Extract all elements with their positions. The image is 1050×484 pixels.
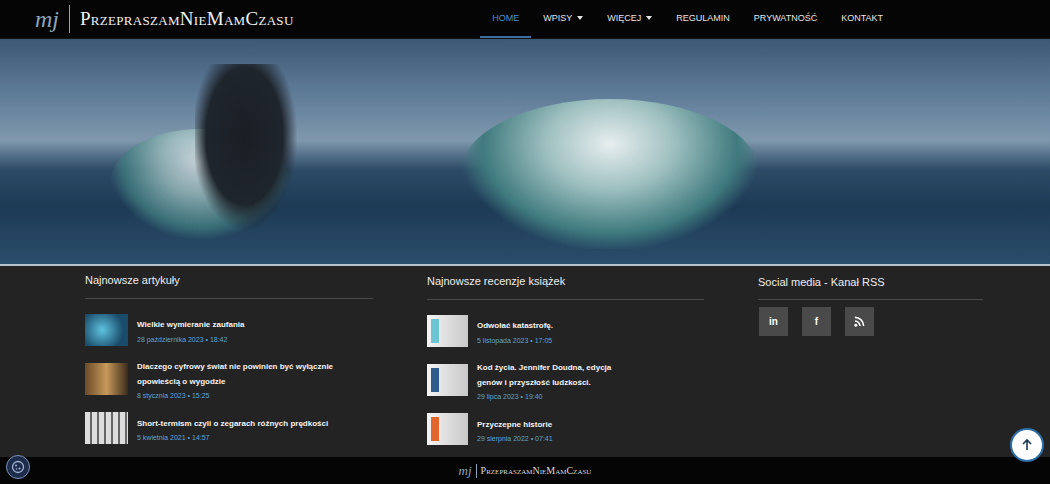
main-nav: HOME WPISY WIĘCEJ REGULAMIN PRYWATNOŚĆ K… xyxy=(480,0,895,38)
site-title: PrzepraszamNieMamCzasu xyxy=(80,8,294,30)
wave-shape xyxy=(460,99,760,249)
nav-item[interactable]: WPISY xyxy=(531,0,595,38)
top-navbar: mj PrzepraszamNieMamCzasu HOME WPISY WIĘ… xyxy=(0,0,1050,39)
scroll-top-button[interactable] xyxy=(1010,428,1044,462)
footer-logo-divider xyxy=(476,464,477,478)
social-glyph-icon: in xyxy=(769,316,778,327)
article-thumbnail xyxy=(85,363,128,395)
nav-item[interactable]: PRYWATNOŚĆ xyxy=(742,0,829,38)
book-row[interactable]: Przyczepne historie 29 sierpnia 2022 • 0… xyxy=(427,412,704,446)
arrow-up-icon xyxy=(1020,438,1034,452)
social-glyph-icon: f xyxy=(815,316,818,327)
articles-column: Najnowsze artykuły Wielkie wymieranie za… xyxy=(85,266,373,457)
page: mj PrzepraszamNieMamCzasu HOME WPISY WIĘ… xyxy=(0,0,1050,484)
footer-logo-mark: mj xyxy=(459,463,472,479)
books-column: Najnowsze recenzje książek Odwołać katas… xyxy=(427,266,704,457)
footer-logo[interactable]: mj PrzepraszamNieMamCzasu xyxy=(459,463,592,479)
caret-icon xyxy=(577,16,583,20)
rss-icon xyxy=(854,316,865,327)
footer-title: PrzepraszamNieMamCzasu xyxy=(481,465,592,476)
books-heading: Najnowsze recenzje książek xyxy=(427,266,704,300)
book-date: 29 sierpnia 2022 • 07:41 xyxy=(477,435,553,442)
social-heading: Social media - Kanał RSS xyxy=(758,266,983,300)
article-title[interactable]: Short-termism czyli o zegarach różnych p… xyxy=(137,416,328,431)
social-column: Social media - Kanał RSS in f xyxy=(758,266,983,457)
logo-mark: mj xyxy=(35,7,59,31)
article-date: 28 października 2023 • 18:42 xyxy=(137,336,245,343)
book-row[interactable]: Kod życia. Jennifer Doudna, edycja genów… xyxy=(427,360,704,400)
article-thumbnail xyxy=(85,314,128,346)
book-row[interactable]: Odwołać katastrofę. 5 listopada 2023 • 1… xyxy=(427,314,704,348)
social-button[interactable] xyxy=(845,307,874,336)
social-button[interactable]: in xyxy=(759,307,788,336)
article-date: 8 stycznia 2023 • 15:25 xyxy=(137,392,373,399)
nav-item[interactable]: KONTAKT xyxy=(829,0,895,38)
article-row[interactable]: Short-termism czyli o zegarach różnych p… xyxy=(85,411,373,445)
article-row[interactable]: Dlaczego cyfrowy świat nie powinien być … xyxy=(85,359,373,399)
article-date: 5 kwietnia 2021 • 14:57 xyxy=(137,434,328,441)
article-title[interactable]: Wielkie wymieranie zaufania xyxy=(137,317,245,332)
article-thumbnail xyxy=(85,412,128,444)
book-date: 5 listopada 2023 • 17:05 xyxy=(477,337,553,344)
widgets-section: Najnowsze artykuły Wielkie wymieranie za… xyxy=(0,266,1050,457)
nav-item[interactable]: HOME xyxy=(480,0,531,38)
logo-divider xyxy=(69,5,70,33)
caret-icon xyxy=(646,16,652,20)
site-logo[interactable]: mj PrzepraszamNieMamCzasu xyxy=(35,5,294,33)
book-title[interactable]: Przyczepne historie xyxy=(477,417,553,432)
social-button[interactable]: f xyxy=(802,307,831,336)
article-row[interactable]: Wielkie wymieranie zaufania 28 październ… xyxy=(85,313,373,347)
book-date: 29 lipca 2023 • 19:40 xyxy=(477,393,627,400)
articles-heading: Najnowsze artykuły xyxy=(85,266,373,299)
hero-image xyxy=(0,39,1050,266)
book-cover xyxy=(427,315,468,347)
article-title[interactable]: Dlaczego cyfrowy świat nie powinien być … xyxy=(137,359,373,389)
footer: mj PrzepraszamNieMamCzasu xyxy=(0,457,1050,484)
cookie-settings-button[interactable] xyxy=(6,455,30,479)
book-title[interactable]: Kod życia. Jennifer Doudna, edycja genów… xyxy=(477,360,627,390)
seated-figure xyxy=(195,64,305,244)
cookie-icon xyxy=(11,460,25,474)
nav-item[interactable]: REGULAMIN xyxy=(664,0,742,38)
book-cover xyxy=(427,413,468,445)
nav-item[interactable]: WIĘCEJ xyxy=(595,0,664,38)
book-title[interactable]: Odwołać katastrofę. xyxy=(477,318,553,333)
book-cover xyxy=(427,364,468,396)
